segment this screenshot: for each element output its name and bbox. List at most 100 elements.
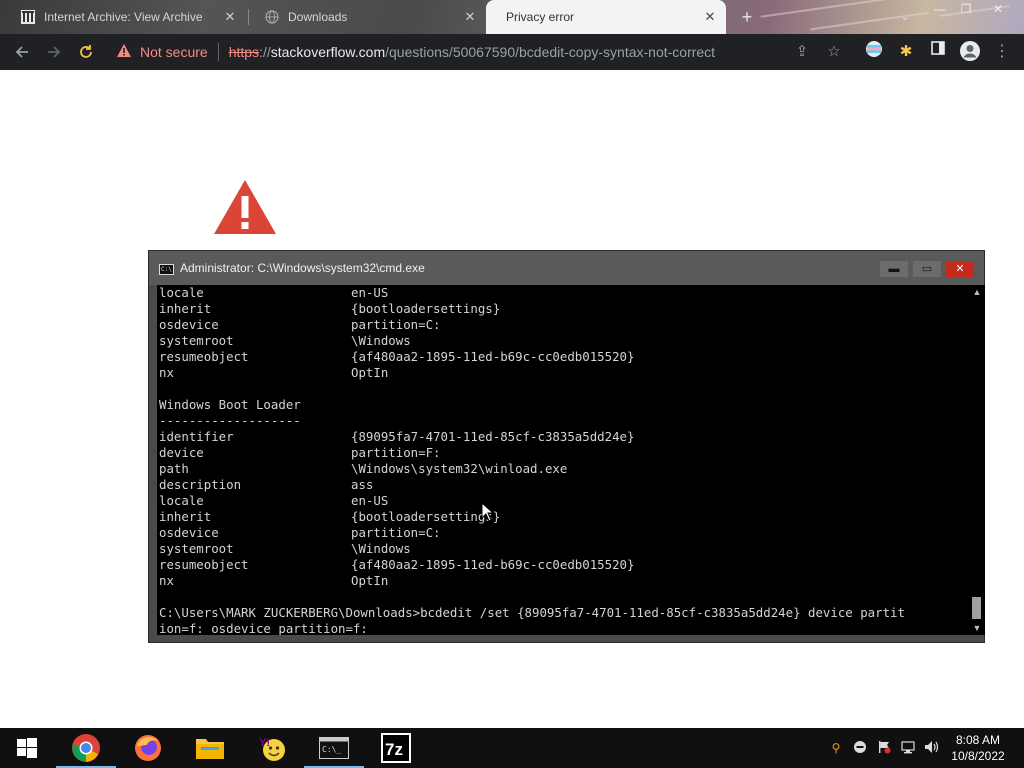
console-line: systemroot \Windows	[159, 333, 969, 349]
console-value: \Windows	[351, 541, 411, 556]
console-value: partition=C:	[351, 317, 441, 332]
tab-internet-archive[interactable]: Internet Archive: View Archive ✕	[0, 0, 246, 34]
scroll-down-icon[interactable]: ▼	[969, 621, 985, 635]
network-icon[interactable]	[900, 740, 916, 756]
archive-icon	[20, 9, 36, 25]
volume-icon[interactable]	[924, 740, 940, 756]
console-key: nx	[159, 365, 174, 380]
extensions-puzzle-icon[interactable]: ✱	[894, 40, 918, 64]
close-icon[interactable]: ✕	[702, 9, 718, 25]
console-line: locale en-US	[159, 285, 969, 301]
windows-taskbar: Y! C:\_ 7z ⚲ 8:08 AM 10/8/2022	[0, 728, 1024, 768]
console-prompt-line[interactable]: C:\Users\MARK ZUCKERBERG\Downloads>bcded…	[159, 605, 969, 621]
console-key: resumeobject	[159, 557, 249, 572]
cmd-minimize-button[interactable]: ▬	[880, 261, 908, 277]
extension-flag-icon[interactable]	[862, 40, 886, 64]
console-value: partition=F:	[351, 445, 441, 460]
svg-text:Y!: Y!	[259, 737, 270, 749]
console-line: -------------------	[159, 413, 969, 429]
restore-button[interactable]: ❐	[950, 0, 982, 20]
search-icon[interactable]: ⚲	[828, 740, 844, 756]
console-value: {bootloadersettings}	[351, 301, 501, 316]
cmd-scrollbar[interactable]: ▲ ▼	[969, 285, 985, 635]
console-line: inherit {bootloadersettings}	[159, 301, 969, 317]
profile-avatar-icon[interactable]	[958, 40, 982, 64]
7zip-icon[interactable]: 7z	[366, 728, 426, 768]
side-panel-icon[interactable]	[926, 40, 950, 64]
scroll-up-icon[interactable]: ▲	[969, 285, 985, 299]
globe-icon	[264, 9, 280, 25]
console-value: ass	[351, 477, 374, 492]
console-key: osdevice	[159, 525, 219, 540]
console-key: resumeobject	[159, 349, 249, 364]
cmd-icon[interactable]: C:\_	[304, 728, 364, 768]
console-line: resumeobject {af480aa2-1895-11ed-b69c-cc0…	[159, 557, 969, 573]
console-key: inherit	[159, 301, 212, 316]
address-bar[interactable]: Not secure https://stackoverflow.com/que…	[108, 37, 856, 67]
flag-icon[interactable]	[876, 740, 892, 756]
console-prompt-line-wrap[interactable]: ion=f: osdevice partition=f:	[159, 621, 969, 635]
chat-icon[interactable]	[852, 740, 868, 756]
tab-title: Privacy error	[506, 10, 575, 24]
tab-downloads[interactable]: Downloads ✕	[244, 0, 486, 34]
cmd-maximize-button[interactable]: ▭	[913, 261, 941, 277]
cmd-close-button[interactable]: ✕	[946, 261, 974, 277]
console-line: inherit {bootloadersettings}	[159, 509, 969, 525]
url-path: /questions/50067590/bcdedit-copy-syntax-…	[385, 44, 716, 60]
close-icon[interactable]: ✕	[222, 9, 238, 25]
url-scheme: https	[228, 44, 260, 60]
menu-kebab-icon[interactable]: ⋮	[990, 40, 1014, 64]
console-key: locale	[159, 285, 204, 300]
yahoo-messenger-icon[interactable]: Y!	[242, 728, 302, 768]
console-line: systemroot \Windows	[159, 541, 969, 557]
console-line: path \Windows\system32\winload.exe	[159, 461, 969, 477]
tab-privacy-error[interactable]: Privacy error ✕	[486, 0, 726, 34]
close-icon[interactable]: ✕	[462, 9, 478, 25]
console-key: path	[159, 461, 189, 476]
console-output[interactable]: locale en-US inherit {bootloadersettings} os…	[157, 285, 969, 635]
not-secure-label[interactable]: Not secure	[140, 44, 208, 60]
address-divider	[217, 43, 219, 61]
back-arrow-icon[interactable]	[6, 36, 38, 68]
console-value: {af480aa2-1895-11ed-b69c-cc0edb015520}	[351, 557, 635, 572]
tab-title: Internet Archive: View Archive	[44, 10, 203, 24]
console-key: device	[159, 445, 204, 460]
bookmark-star-icon[interactable]: ☆	[822, 40, 846, 64]
console-value: {bootloadersettings}	[351, 509, 501, 524]
tab-spacer	[490, 9, 498, 25]
close-window-button[interactable]: ✕	[982, 0, 1014, 20]
firefox-icon[interactable]	[118, 728, 178, 768]
windows-start-icon[interactable]	[0, 728, 54, 768]
tab-title: Downloads	[288, 10, 348, 24]
browser-tab-strip: Internet Archive: View Archive ✕ Downloa…	[0, 0, 1024, 34]
console-line: osdevice partition=C:	[159, 317, 969, 333]
cmd-window[interactable]: C:\ Administrator: C:\Windows\system32\c…	[148, 250, 985, 643]
console-line: description ass	[159, 477, 969, 493]
console-key: Windows Boot Loader	[159, 397, 301, 412]
url-host: stackoverflow.com	[270, 44, 386, 60]
warning-triangle-icon[interactable]	[116, 43, 134, 61]
cmd-icon: C:\	[159, 264, 174, 275]
console-line: osdevice partition=C:	[159, 525, 969, 541]
console-key: description	[159, 477, 242, 492]
file-explorer-icon[interactable]	[180, 728, 240, 768]
console-value: en-US	[351, 285, 389, 300]
taskbar-clock[interactable]: 8:08 AM 10/8/2022	[946, 732, 1010, 764]
tab-search-chevron-icon[interactable]: ⌄	[896, 8, 914, 26]
console-value: OptIn	[351, 365, 389, 380]
clock-date: 10/8/2022	[951, 749, 1005, 763]
share-icon[interactable]: ⇪	[790, 40, 814, 64]
console-value: \Windows	[351, 333, 411, 348]
forward-arrow-icon[interactable]	[38, 36, 70, 68]
chrome-icon[interactable]	[56, 728, 116, 768]
cmd-icon-label: C:\_	[322, 745, 341, 754]
new-tab-button[interactable]: +	[736, 6, 758, 28]
cmd-window-title: Administrator: C:\Windows\system32\cmd.e…	[180, 261, 425, 275]
cmd-title-bar[interactable]: C:\ Administrator: C:\Windows\system32\c…	[149, 251, 984, 285]
scroll-thumb[interactable]	[972, 597, 981, 619]
console-line: nx OptIn	[159, 573, 969, 589]
reload-icon[interactable]	[70, 36, 102, 68]
console-value: OptIn	[351, 573, 389, 588]
console-value: en-US	[351, 493, 389, 508]
